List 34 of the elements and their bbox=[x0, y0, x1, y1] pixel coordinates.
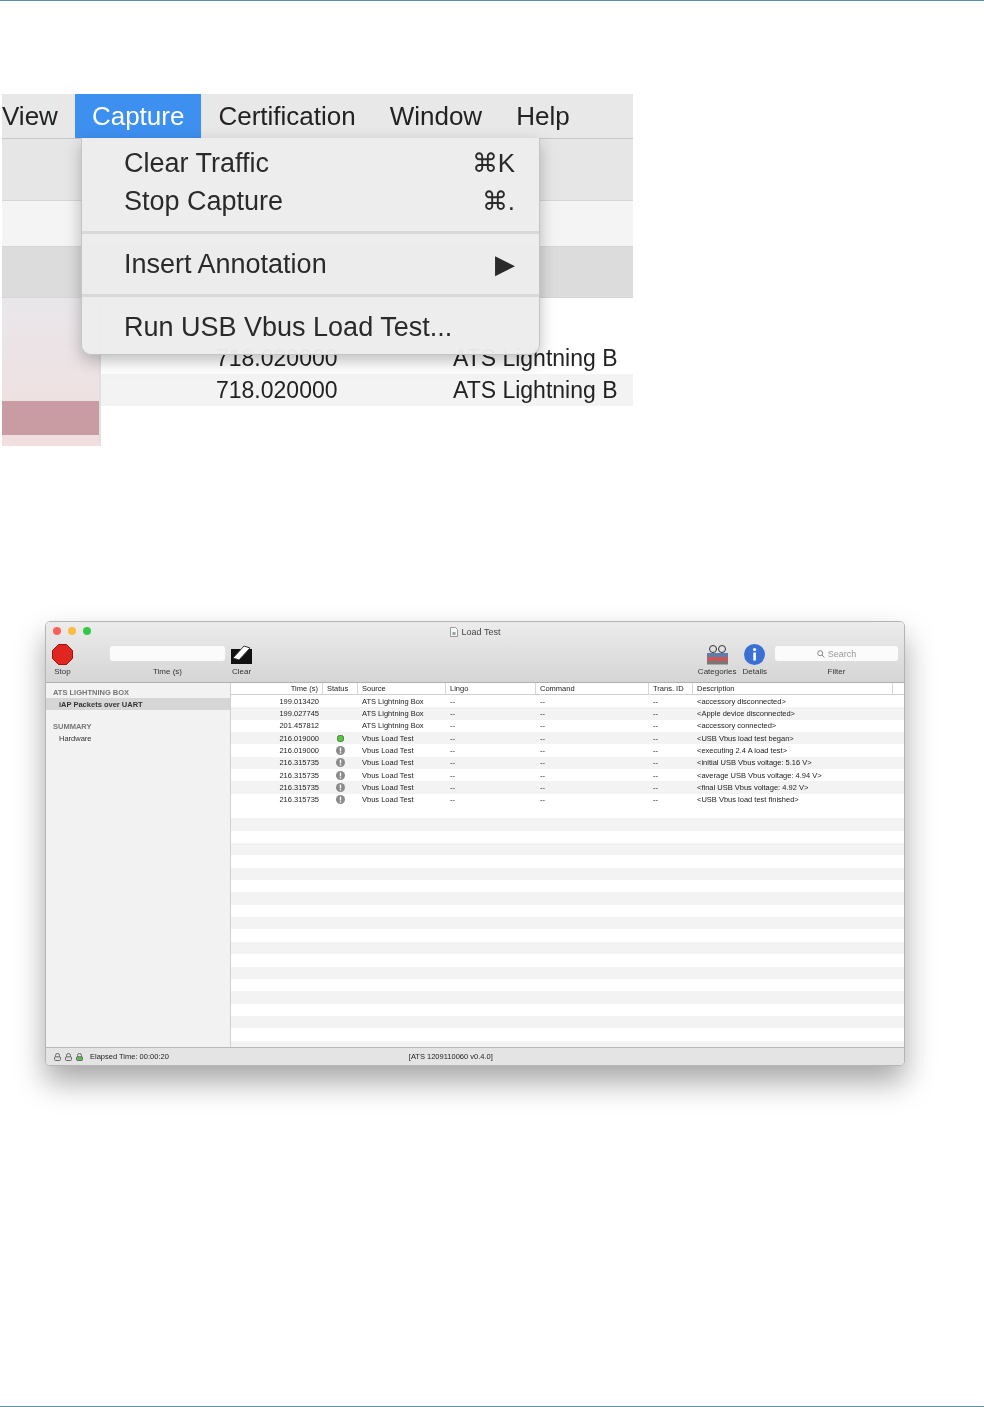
books-icon[interactable] bbox=[705, 644, 729, 665]
stop-icon[interactable] bbox=[52, 644, 73, 665]
menu-title[interactable]: Certification bbox=[201, 94, 373, 138]
menu-item-label: Insert Annotation bbox=[124, 248, 327, 280]
menu-item[interactable]: Clear Traffic ⌘K bbox=[82, 144, 539, 182]
document-icon bbox=[449, 627, 458, 637]
menu-title[interactable]: View bbox=[2, 94, 75, 138]
menu-item[interactable]: Insert Annotation ▶ bbox=[82, 245, 539, 283]
categories-label: Categories bbox=[697, 667, 737, 676]
table-cell-text: ATS Lightning B bbox=[453, 376, 619, 404]
menu-item-label: Clear Traffic bbox=[124, 147, 270, 179]
clear-icon[interactable] bbox=[230, 644, 253, 665]
menu-title[interactable]: Help bbox=[499, 94, 587, 138]
clear-label: Clear bbox=[231, 667, 252, 676]
menu-item[interactable]: Stop Capture ⌘. bbox=[82, 182, 539, 220]
menu-item-label: Stop Capture bbox=[124, 185, 284, 217]
submenu-arrow: ▶ bbox=[495, 248, 515, 280]
time-label: Time (s) bbox=[153, 667, 182, 676]
info-icon[interactable] bbox=[744, 644, 766, 665]
close-button[interactable] bbox=[53, 627, 61, 635]
shortcut: ⌘K bbox=[471, 147, 515, 179]
table-cell-text: 718.020000 bbox=[216, 376, 339, 404]
menu-item-label: Run USB Vbus Load Test... bbox=[124, 311, 453, 343]
table-cell-text: 718.020000 bbox=[216, 344, 339, 372]
filter-label: Filter bbox=[827, 667, 846, 676]
window-title: Load Test bbox=[461, 627, 501, 637]
time-field[interactable] bbox=[110, 646, 225, 661]
search-icon bbox=[816, 649, 825, 658]
table-cell-text: ATS Lightning B bbox=[453, 344, 619, 372]
shortcut: ⌘. bbox=[481, 185, 515, 217]
stop-label: Stop bbox=[54, 667, 71, 676]
details-label: Details bbox=[742, 667, 767, 676]
menu-title[interactable]: Window bbox=[372, 94, 500, 138]
menu-item[interactable]: Run USB Vbus Load Test... bbox=[82, 308, 539, 346]
